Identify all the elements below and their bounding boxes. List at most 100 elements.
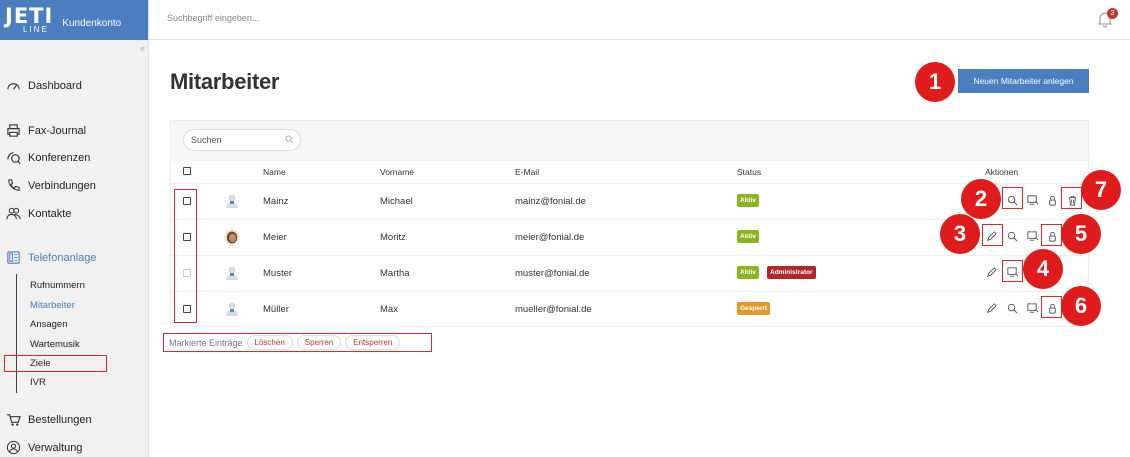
search-icon — [285, 135, 294, 144]
highlight-ziele — [4, 355, 107, 372]
role-badge: Administrator — [767, 266, 816, 279]
header-email[interactable]: E-Mail — [515, 167, 539, 177]
subnav-item-mitarbeiter[interactable]: Mitarbeiter — [30, 300, 75, 311]
sidebar-item-verbindungen[interactable]: Verbindungen — [6, 178, 96, 193]
edit-icon[interactable] — [985, 266, 998, 279]
table-search-input[interactable]: Suchen — [183, 129, 301, 151]
callout-3: 3 — [940, 214, 980, 254]
contacts-icon — [6, 207, 21, 220]
cell-vorname: Martha — [380, 268, 410, 279]
sidebar-item-label: Konferenzen — [28, 151, 91, 164]
cell-name: Meier — [263, 232, 287, 243]
pbx-icon — [7, 251, 20, 264]
dashboard-icon — [7, 83, 20, 90]
subnav-item-ivr[interactable]: IVR — [30, 377, 46, 388]
device-icon[interactable] — [1026, 230, 1039, 243]
brand-header[interactable]: JETI LINE Kundenkonto — [0, 0, 148, 40]
bulk-actions-bar: Markierte Einträge Löschen Sperren Entsp… — [163, 333, 432, 352]
highlight-search-action — [1002, 187, 1023, 209]
status-badge: Aktiv — [737, 266, 759, 279]
default-avatar-icon — [226, 302, 238, 316]
cell-vorname: Max — [380, 304, 398, 315]
sidebar-item-verwaltung[interactable]: Verwaltung — [6, 440, 82, 455]
status-badge: Aktiv — [737, 230, 759, 243]
highlight-lock-action — [1041, 224, 1062, 246]
header-status[interactable]: Status — [737, 167, 761, 177]
subnav-item-rufnummern[interactable]: Rufnummern — [30, 280, 85, 291]
highlight-edit-action — [982, 224, 1003, 246]
table-toolbar: Suchen — [171, 121, 1088, 161]
status-badge: Aktiv — [737, 194, 759, 207]
topbar: Suchbegriff eingeben... 3 — [149, 0, 1130, 40]
user-photo-avatar — [224, 229, 240, 245]
cell-email: mueller@fonial.de — [515, 304, 592, 315]
new-employee-button[interactable]: Neuen Mitarbeiter anlegen — [958, 69, 1089, 93]
collapse-sidebar-icon[interactable]: « — [140, 43, 145, 53]
default-avatar-icon — [226, 266, 238, 280]
sidebar-item-telefonanlage[interactable]: Telefonanlage — [6, 250, 97, 265]
device-icon[interactable] — [1026, 302, 1039, 315]
phone-icon — [8, 179, 20, 191]
page-title: Mitarbeiter — [170, 69, 280, 94]
edit-icon[interactable] — [985, 302, 998, 315]
global-search-input[interactable]: Suchbegriff eingeben... — [167, 13, 259, 23]
sidebar-item-label: Bestellungen — [28, 413, 92, 426]
bulk-delete-button[interactable]: Löschen — [246, 335, 293, 350]
sidebar-item-fax-journal[interactable]: Fax-Journal — [6, 123, 86, 138]
bulk-unlock-button[interactable]: Entsperren — [345, 335, 401, 350]
sidebar: JETI LINE Kundenkonto « Dashboard Fax-Jo… — [0, 0, 149, 457]
cell-email: mainz@fonial.de — [515, 196, 586, 207]
jetiline-logo: JETI LINE — [5, 4, 54, 34]
sidebar-item-label: Kontakte — [28, 207, 72, 220]
table-header: Name Vorname E-Mail Status Aktionen — [171, 161, 1090, 184]
sidebar-item-kontakte[interactable]: Kontakte — [6, 206, 71, 221]
cell-vorname: Michael — [380, 196, 413, 207]
table-row[interactable]: Müller Max mueller@fonial.de Gesperrt — [171, 291, 1090, 327]
callout-5: 5 — [1061, 214, 1101, 254]
callout-7: 7 — [1081, 170, 1121, 210]
callout-6: 6 — [1061, 286, 1101, 326]
table-search-placeholder: Suchen — [191, 135, 222, 145]
sidebar-item-bestellungen[interactable]: Bestellungen — [6, 412, 92, 427]
brand-subtitle: Kundenkonto — [62, 17, 122, 29]
cell-name: Mainz — [263, 196, 289, 207]
cell-name: Muster — [263, 268, 293, 279]
callout-2: 2 — [961, 179, 1001, 219]
sidebar-item-konferenzen[interactable]: Konferenzen — [6, 150, 90, 165]
sidebar-item-label: Verbindungen — [28, 179, 96, 192]
search-icon[interactable] — [1006, 302, 1019, 315]
device-icon[interactable] — [1026, 194, 1039, 207]
subnav-item-ansagen[interactable]: Ansagen — [30, 319, 68, 330]
cell-email: meier@fonial.de — [515, 232, 585, 243]
default-avatar-icon — [226, 194, 238, 208]
search-icon[interactable] — [1006, 230, 1019, 243]
cell-email: muster@fonial.de — [515, 268, 590, 279]
lock-icon[interactable] — [1046, 194, 1059, 207]
notification-badge: 3 — [1107, 8, 1118, 19]
bulk-lock-button[interactable]: Sperren — [296, 335, 342, 350]
highlight-checkbox-column — [174, 189, 197, 323]
cart-icon — [6, 414, 21, 426]
table-row[interactable]: Mainz Michael mainz@fonial.de Aktiv — [171, 183, 1090, 219]
header-aktionen: Aktionen — [985, 167, 1019, 177]
highlight-unlock-action — [1041, 296, 1062, 318]
highlight-delete-action — [1061, 187, 1082, 209]
user-circle-icon — [6, 440, 21, 455]
header-name[interactable]: Name — [263, 167, 286, 177]
sidebar-item-label: Verwaltung — [28, 441, 83, 454]
cell-vorname: Moritz — [380, 232, 406, 243]
sidebar-item-dashboard[interactable]: Dashboard — [6, 78, 82, 93]
conference-icon — [7, 152, 21, 165]
bulk-actions-label: Markierte Einträge — [169, 337, 243, 348]
table-row[interactable]: Muster Martha muster@fonial.de Aktiv Adm… — [171, 255, 1090, 291]
status-badge: Gesperrt — [737, 302, 771, 315]
subnav-item-wartemusik[interactable]: Wartemusik — [30, 339, 80, 350]
fax-icon — [7, 124, 20, 137]
highlight-device-action — [1002, 260, 1023, 282]
select-all-checkbox[interactable] — [183, 167, 191, 175]
callout-4: 4 — [1023, 249, 1063, 289]
header-vorname[interactable]: Vorname — [380, 167, 414, 177]
cell-name: Müller — [263, 304, 289, 315]
callout-1: 1 — [915, 62, 955, 102]
sidebar-item-label: Dashboard — [28, 79, 82, 92]
